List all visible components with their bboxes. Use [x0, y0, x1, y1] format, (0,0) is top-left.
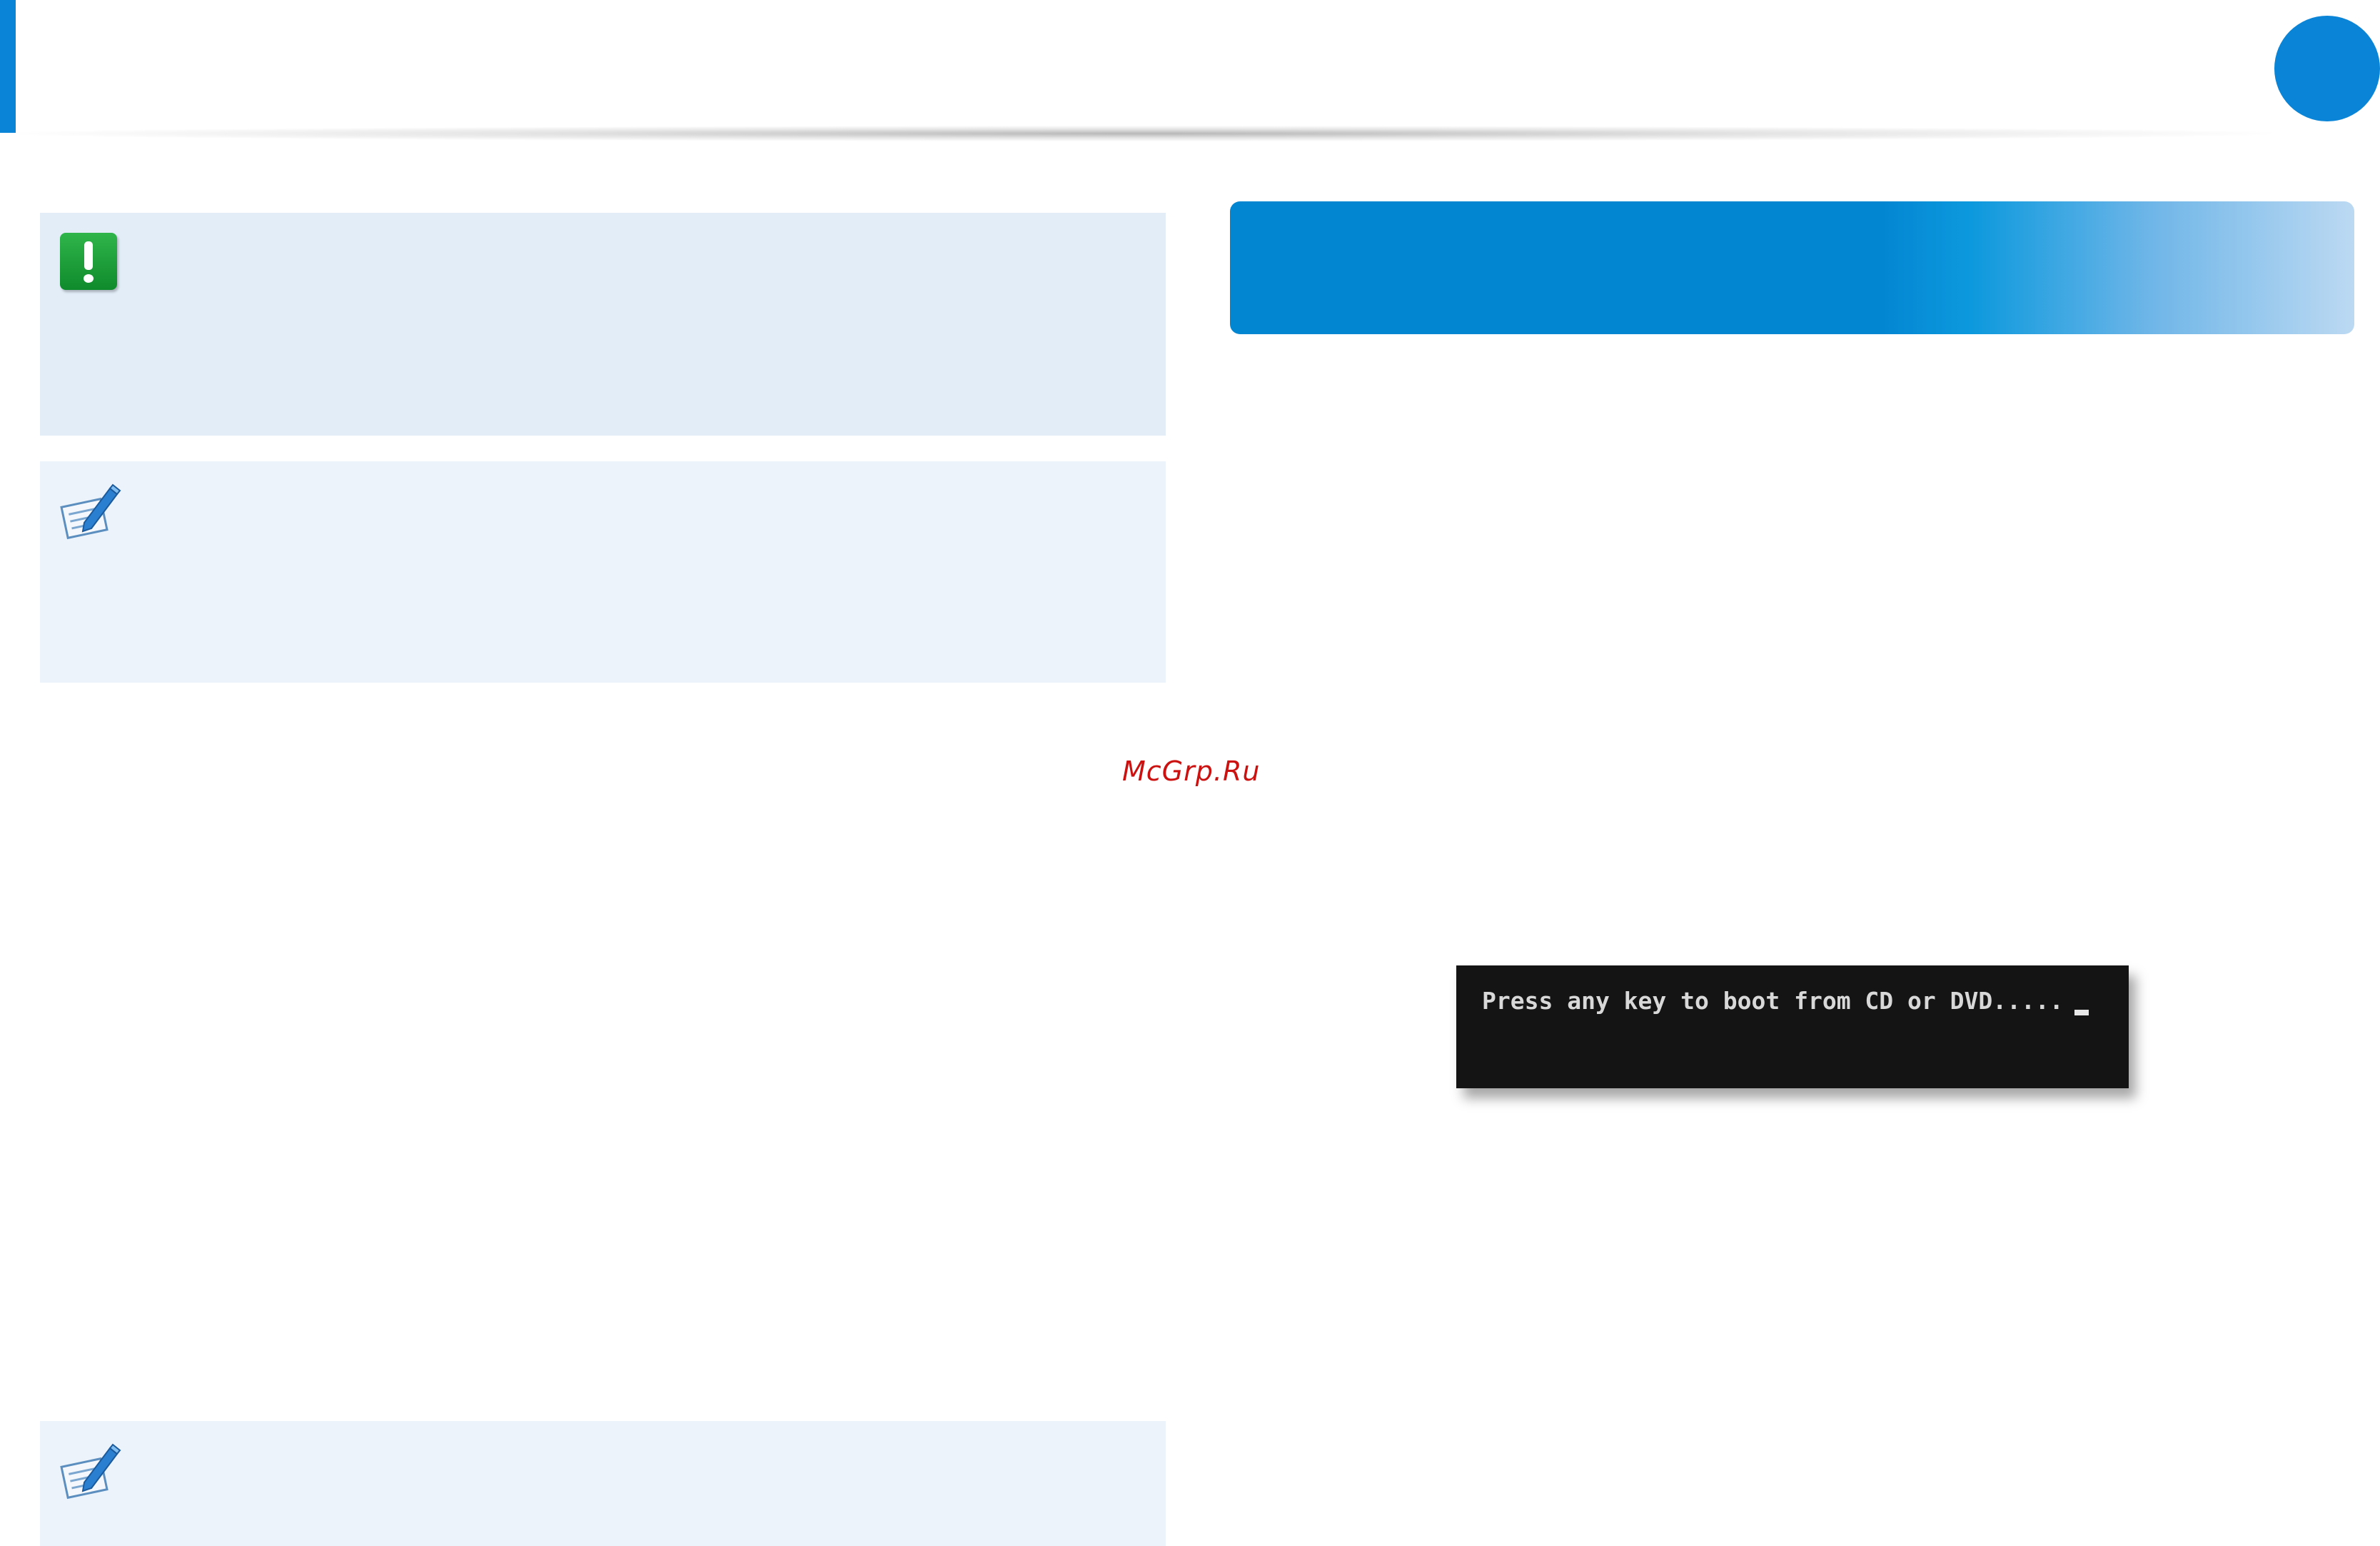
- section-header-banner: [1230, 201, 2354, 334]
- note-box: [40, 461, 1166, 683]
- left-accent-bar: [0, 0, 16, 133]
- text-cursor: [2074, 1010, 2089, 1015]
- header-divider-shadow: [16, 126, 2271, 141]
- exclamation-icon: [60, 233, 117, 290]
- chapter-circle-badge: [2274, 16, 2380, 121]
- note-pencil-icon: [60, 483, 121, 540]
- watermark-text: McGrp.Ru: [1122, 756, 1261, 787]
- caution-box: [40, 213, 1166, 436]
- boot-prompt-text: Press any key to boot from CD or DVD....…: [1482, 987, 2064, 1015]
- page: McGrp.Ru Press any key to boot from CD o…: [0, 0, 2380, 1546]
- note-box-bottom: [40, 1421, 1166, 1546]
- boot-prompt-screenshot: Press any key to boot from CD or DVD....…: [1456, 965, 2129, 1088]
- note-pencil-icon: [60, 1443, 121, 1500]
